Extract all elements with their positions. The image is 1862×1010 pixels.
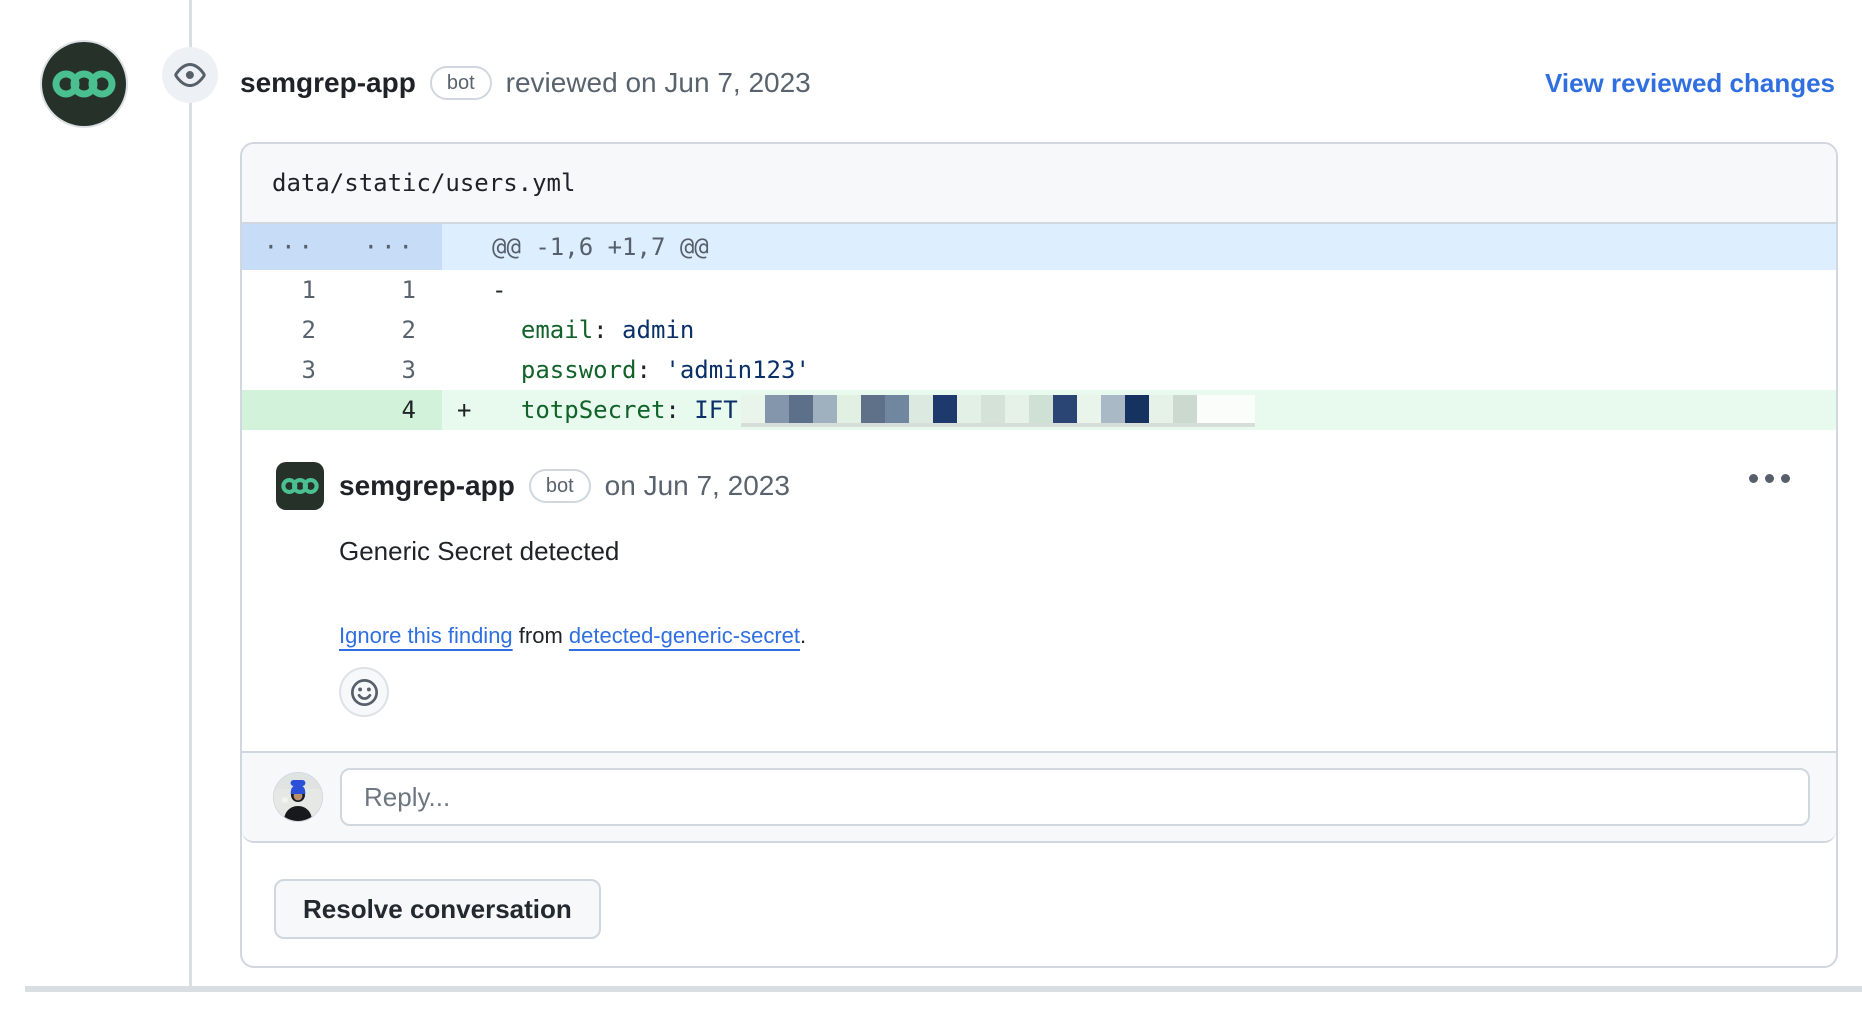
code-colon: : (665, 396, 679, 424)
diff-line-2: 2 2 email: admin (242, 310, 1836, 350)
old-line-number (242, 390, 342, 430)
redaction-pixel-block (885, 395, 909, 423)
ignore-finding-link[interactable]: Ignore this finding (339, 623, 513, 648)
code-key: password (521, 356, 637, 384)
review-thread-card: data/static/users.yml ··· ··· @@ -1,6 +1… (240, 142, 1838, 968)
card-footer: Resolve conversation (242, 843, 1836, 966)
resolve-conversation-button[interactable]: Resolve conversation (274, 879, 601, 939)
redaction-pixel-block (1053, 395, 1077, 423)
reply-section (242, 751, 1836, 843)
redaction-pixel-block (837, 395, 861, 423)
smiley-icon (349, 677, 380, 708)
redaction-pixel-block (789, 395, 813, 423)
old-line-number: 1 (242, 270, 342, 310)
diff-line-4-added: 4 + totpSecret: IFT (242, 390, 1836, 430)
diff-file-path[interactable]: data/static/users.yml (242, 144, 1836, 224)
comment-author-avatar[interactable] (276, 462, 324, 510)
code-value: admin (608, 316, 695, 344)
line-code: - (492, 270, 1836, 310)
period-text: . (800, 623, 806, 648)
kebab-icon (1765, 474, 1774, 483)
line-marker (442, 270, 492, 310)
code-plain: - (492, 276, 506, 304)
hunk-marker-cell (442, 224, 492, 270)
semgrep-logo-icon (281, 467, 319, 505)
add-reaction-button[interactable] (339, 667, 389, 717)
view-reviewed-changes-link[interactable]: View reviewed changes (1545, 50, 1835, 116)
hunk-header-text: @@ -1,6 +1,7 @@ (492, 224, 1836, 270)
redaction-pixel-block (1029, 395, 1053, 423)
eye-icon (174, 59, 206, 91)
redaction-pixel-block (1077, 395, 1101, 423)
code-key: email (521, 316, 593, 344)
comment-author-name[interactable]: semgrep-app (339, 470, 515, 502)
line-marker: + (442, 390, 492, 430)
hunk-expand-old[interactable]: ··· (242, 224, 342, 270)
reply-input[interactable] (340, 768, 1810, 826)
redaction-pixel-block (1149, 395, 1173, 423)
line-code: totpSecret: IFT (492, 390, 1836, 430)
new-line-number: 1 (342, 270, 442, 310)
bot-badge: bot (529, 469, 591, 503)
old-line-number: 3 (242, 350, 342, 390)
comment-body-text: Generic Secret detected (339, 536, 1800, 567)
from-text: from (513, 623, 569, 648)
redaction-pixel-block (909, 395, 933, 423)
code-value: IFT (680, 396, 738, 424)
redaction-pixel-block (1125, 395, 1149, 423)
diff-hunk-row: ··· ··· @@ -1,6 +1,7 @@ (242, 224, 1836, 270)
review-eye-badge (162, 47, 218, 103)
new-line-number: 4 (342, 390, 442, 430)
bot-badge: bot (430, 66, 492, 100)
new-line-number: 3 (342, 350, 442, 390)
code-plain (492, 356, 521, 384)
comment-meta: semgrep-app bot on Jun 7, 2023 (339, 469, 790, 503)
code-value: 'admin123' (651, 356, 810, 384)
kebab-icon (1749, 474, 1758, 483)
diff-line-3: 3 3 password: 'admin123' (242, 350, 1836, 390)
rule-link[interactable]: detected-generic-secret (569, 623, 800, 648)
comment-actions-line: Ignore this finding from detected-generi… (339, 623, 1800, 649)
semgrep-logo-icon (52, 52, 116, 116)
redaction-pixel-block (957, 395, 981, 423)
redaction-pixel-block (981, 395, 1005, 423)
code-plain (492, 316, 521, 344)
redaction-pixel-block (741, 395, 765, 423)
timeline-bottom-divider (25, 986, 1862, 992)
redaction-pixel-block (933, 395, 957, 423)
diff-table: ··· ··· @@ -1,6 +1,7 @@ 1 1 - 2 2 email:… (242, 224, 1836, 430)
kebab-icon (1781, 474, 1790, 483)
code-colon: : (593, 316, 607, 344)
redaction-pixel-block (1101, 395, 1125, 423)
hunk-expand-new[interactable]: ··· (342, 224, 442, 270)
code-plain (492, 396, 521, 424)
comment-date: on Jun 7, 2023 (605, 470, 790, 502)
timeline-line (189, 0, 192, 986)
line-code: email: admin (492, 310, 1836, 350)
new-line-number: 2 (342, 310, 442, 350)
comment-options-button[interactable] (1741, 466, 1798, 491)
reviewer-avatar[interactable] (42, 42, 126, 126)
current-user-avatar[interactable] (274, 773, 322, 821)
redaction-pixel-block (1005, 395, 1029, 423)
comment-header: semgrep-app bot on Jun 7, 2023 (276, 462, 1800, 510)
redaction-pixel-block (813, 395, 837, 423)
line-marker (442, 310, 492, 350)
code-colon: : (637, 356, 651, 384)
code-key: totpSecret (521, 396, 666, 424)
old-line-number: 2 (242, 310, 342, 350)
bot-comment: semgrep-app bot on Jun 7, 2023 Generic S… (242, 430, 1836, 751)
line-code: password: 'admin123' (492, 350, 1836, 390)
review-headline: semgrep-app bot reviewed on Jun 7, 2023 (240, 50, 811, 116)
redaction-pixel-block (861, 395, 885, 423)
comment-main: Generic Secret detected Ignore this find… (339, 536, 1800, 717)
reviewer-name[interactable]: semgrep-app (240, 67, 416, 99)
redaction-pixel-block (1173, 395, 1197, 423)
review-meta-text: reviewed on Jun 7, 2023 (506, 67, 811, 99)
diff-line-1: 1 1 - (242, 270, 1836, 310)
user-photo (274, 773, 322, 821)
redacted-secret (741, 395, 1255, 427)
redaction-pixel-block (765, 395, 789, 423)
line-marker (442, 350, 492, 390)
